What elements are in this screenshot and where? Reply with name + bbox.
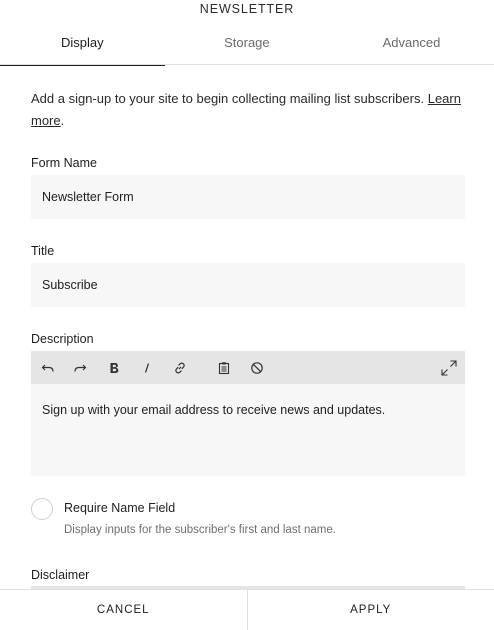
require-name-toggle[interactable]	[31, 498, 53, 520]
tab-advanced[interactable]: Advanced	[329, 20, 494, 65]
description-editor[interactable]: Sign up with your email address to recei…	[31, 351, 465, 476]
tab-storage[interactable]: Storage	[165, 20, 330, 65]
tab-bar: Display Storage Advanced	[0, 20, 494, 66]
disclaimer-label: Disclaimer	[31, 568, 90, 582]
dialog-header: NEWSLETTER	[0, 0, 494, 20]
intro-suffix: .	[60, 112, 65, 128]
require-name-help: Display inputs for the subscriber's firs…	[64, 524, 336, 536]
intro-text: Add a sign-up to your site to begin coll…	[31, 88, 465, 131]
dialog-title: NEWSLETTER	[199, 2, 295, 16]
require-name-label: Require Name Field	[64, 501, 176, 515]
link-icon[interactable]	[169, 351, 191, 384]
form-name-label: Form Name	[31, 156, 97, 170]
description-text[interactable]: Sign up with your email address to recei…	[31, 384, 465, 436]
clear-format-icon[interactable]	[246, 351, 268, 384]
bold-icon[interactable]	[103, 351, 125, 384]
intro-sentence: Add a sign-up to your site to begin coll…	[31, 91, 425, 106]
description-label: Description	[31, 332, 94, 346]
expand-icon[interactable]	[438, 351, 460, 384]
undo-icon[interactable]	[37, 351, 59, 384]
tab-display[interactable]: Display	[0, 20, 165, 66]
redo-icon[interactable]	[69, 351, 91, 384]
paste-icon[interactable]	[213, 351, 235, 384]
title-input[interactable]: Subscribe	[31, 263, 465, 307]
panel-content[interactable]: Add a sign-up to your site to begin coll…	[31, 65, 465, 589]
form-name-input[interactable]: Newsletter Form	[31, 175, 465, 219]
apply-button[interactable]: APPLY	[248, 590, 494, 630]
editor-toolbar	[31, 351, 465, 384]
dialog-footer: CANCEL APPLY	[0, 589, 494, 630]
cancel-button[interactable]: CANCEL	[0, 590, 248, 630]
title-label: Title	[31, 244, 55, 258]
italic-icon[interactable]	[136, 351, 158, 384]
